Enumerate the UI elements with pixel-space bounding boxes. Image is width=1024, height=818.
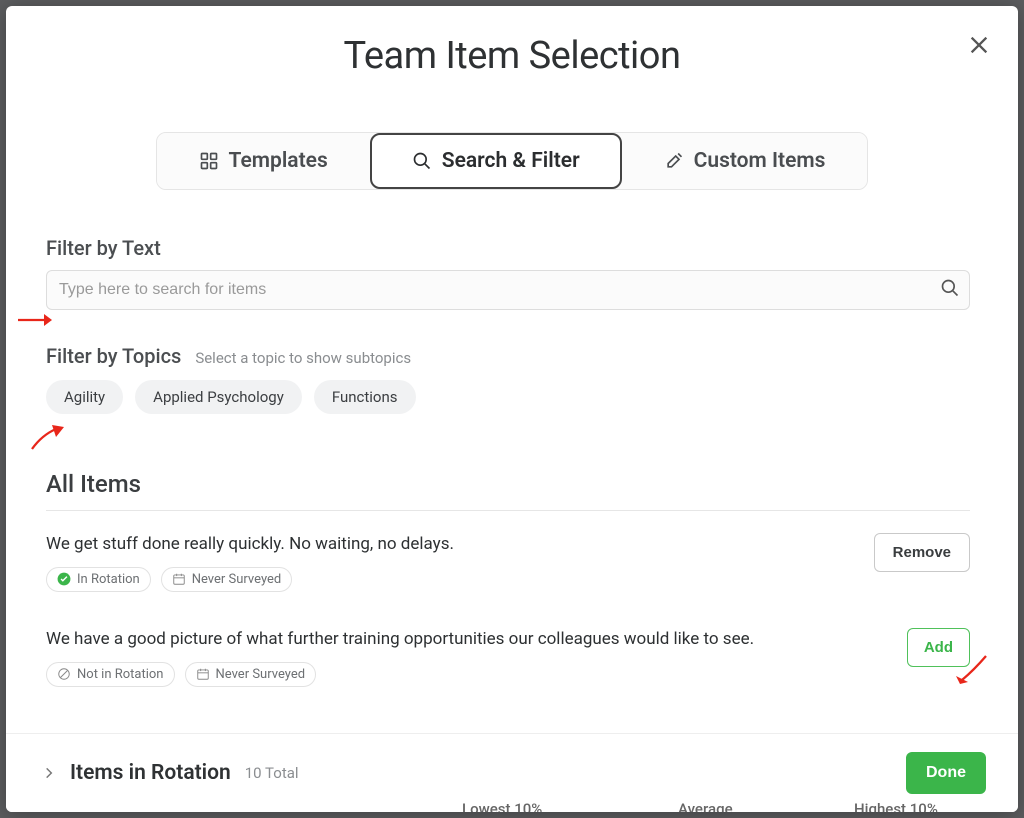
filter-by-topics-hint: Select a topic to show subtopics	[195, 349, 411, 367]
item-text: We have a good picture of what further t…	[46, 628, 891, 652]
bg-legend-highest: Highest 10%	[854, 800, 938, 812]
search-input[interactable]	[46, 270, 970, 310]
add-button[interactable]: Add	[907, 628, 970, 667]
item-row: We have a good picture of what further t…	[46, 628, 970, 687]
filter-by-topics-label: Filter by Topics	[46, 344, 181, 368]
tab-templates[interactable]: Templates	[157, 133, 370, 189]
filter-by-topics-row: Filter by Topics Select a topic to show …	[46, 344, 970, 368]
footer-count: 10 Total	[245, 764, 299, 782]
divider	[46, 510, 970, 511]
calendar-icon	[196, 667, 210, 681]
filter-by-text-label: Filter by Text	[46, 236, 970, 260]
check-circle-icon	[57, 572, 71, 586]
survey-badge: Never Surveyed	[185, 662, 317, 687]
tab-search-filter[interactable]: Search & Filter	[370, 133, 622, 189]
tools-icon	[664, 151, 684, 171]
grid-icon	[199, 151, 219, 171]
tab-group: Templates Search & Filter Custom Items	[156, 132, 869, 190]
topic-chip-agility[interactable]: Agility	[46, 380, 123, 414]
done-button[interactable]: Done	[906, 752, 986, 794]
tab-custom-label: Custom Items	[694, 149, 826, 173]
ban-icon	[57, 667, 71, 681]
tab-custom-items[interactable]: Custom Items	[622, 133, 868, 189]
rotation-badge-label: Not in Rotation	[77, 667, 164, 682]
search-submit[interactable]	[940, 278, 960, 302]
survey-badge-label: Never Surveyed	[216, 667, 306, 682]
topic-chip-applied-psychology[interactable]: Applied Psychology	[135, 380, 302, 414]
search-icon	[412, 151, 432, 171]
rotation-badge: In Rotation	[46, 567, 151, 592]
footer-title: Items in Rotation	[70, 761, 231, 785]
rotation-badge: Not in Rotation	[46, 662, 175, 687]
all-items-heading: All Items	[46, 470, 970, 498]
team-item-selection-modal: Team Item Selection Templates Search & F…	[6, 6, 1018, 812]
items-in-rotation-toggle[interactable]: Items in Rotation 10 Total	[42, 761, 299, 785]
bg-legend-average: Average	[678, 800, 733, 812]
bg-legend-lowest: Lowest 10%	[462, 800, 542, 812]
tab-templates-label: Templates	[229, 149, 328, 173]
item-row: We get stuff done really quickly. No wai…	[46, 533, 970, 592]
item-text: We get stuff done really quickly. No wai…	[46, 533, 858, 557]
rotation-badge-label: In Rotation	[77, 572, 140, 587]
chevron-right-icon	[42, 766, 56, 780]
calendar-icon	[172, 572, 186, 586]
search-icon	[940, 278, 960, 298]
tab-search-label: Search & Filter	[442, 149, 580, 173]
modal-header: Team Item Selection	[6, 6, 1018, 96]
survey-badge: Never Surveyed	[161, 567, 293, 592]
scroll-body[interactable]: Filter by Text Filter by Topics Select a…	[6, 210, 1018, 733]
remove-button[interactable]: Remove	[874, 533, 970, 572]
topic-chip-functions[interactable]: Functions	[314, 380, 416, 414]
tab-row: Templates Search & Filter Custom Items	[6, 96, 1018, 210]
topic-chips: Agility Applied Psychology Functions	[46, 380, 970, 414]
survey-badge-label: Never Surveyed	[192, 572, 282, 587]
close-button[interactable]	[968, 34, 990, 60]
modal-title: Team Item Selection	[6, 34, 1018, 78]
close-icon	[968, 34, 990, 56]
search-wrap	[46, 270, 970, 310]
